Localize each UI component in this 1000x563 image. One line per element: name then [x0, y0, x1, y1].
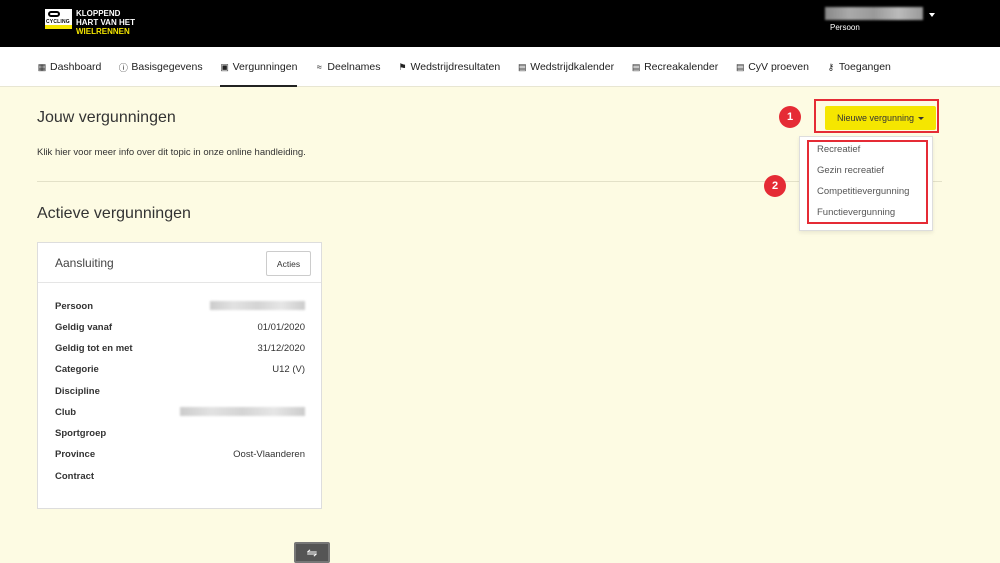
card-header: Aansluiting Acties: [38, 243, 321, 283]
nav-toegangen[interactable]: ⚷ Toegangen: [826, 47, 891, 87]
menu-item-recreatief[interactable]: Recreatief: [817, 144, 860, 155]
nav-basisgegevens[interactable]: ⓘ Basisgegevens: [118, 47, 203, 87]
detail-row: Geldig tot en met 31/12/2020: [55, 343, 305, 354]
caret-down-icon: [918, 116, 925, 120]
detail-row: Club: [55, 407, 305, 421]
layers-icon: ≈: [316, 62, 322, 72]
step-marker-1: 1: [779, 106, 801, 128]
calendar-icon: ▤: [631, 61, 641, 72]
detail-row: Contract: [55, 471, 95, 482]
nav-cyv-proeven[interactable]: ▤ CyV proeven: [735, 47, 809, 87]
top-bar: CYCLING KLOPPEND HART VAN HET WIELRENNEN…: [0, 0, 1000, 47]
step-marker-2: 2: [764, 175, 786, 197]
grid-icon: ▦: [37, 61, 47, 72]
license-icon: ▣: [220, 61, 229, 72]
nav-wedstrijdkalender[interactable]: ▤ Wedstrijdkalender: [517, 47, 614, 87]
nav-vergunningen[interactable]: ▣ Vergunningen: [219, 47, 297, 87]
brand-logo[interactable]: CYCLING KLOPPEND HART VAN HET WIELRENNEN: [45, 9, 135, 36]
nav-recreakalender[interactable]: ▤ Recreakalender: [631, 47, 718, 87]
calendar-icon: ▤: [517, 61, 527, 72]
new-license-button[interactable]: Nieuwe vergunning: [825, 106, 936, 130]
detail-row: Sportgroep: [55, 428, 107, 439]
actions-button[interactable]: Acties: [266, 251, 311, 276]
section-title: Actieve vergunningen: [37, 205, 191, 222]
user-role: Persoon: [830, 23, 860, 32]
redacted-value: [210, 301, 305, 310]
detail-row: Discipline: [55, 386, 100, 397]
main-nav: ▦ Dashboard ⓘ Basisgegevens ▣ Vergunningen …: [0, 47, 1000, 87]
detail-row: Geldig vanaf 01/01/2020: [55, 322, 305, 333]
detail-row: Persoon: [55, 301, 305, 315]
user-menu[interactable]: Persoon: [825, 7, 935, 32]
detail-row: Province Oost-Vlaanderen: [55, 449, 305, 460]
redacted-value: [180, 407, 305, 416]
nav-wedstrijdresultaten[interactable]: ⚑ Wedstrijdresultaten: [398, 47, 500, 87]
license-card: Aansluiting Acties Persoon Geldig vanaf …: [37, 242, 322, 509]
brand-text: KLOPPEND HART VAN HET WIELRENNEN: [76, 9, 135, 36]
menu-item-functievergunning[interactable]: Functievergunning: [817, 207, 895, 218]
detail-row: Categorie U12 (V): [55, 364, 305, 375]
info-icon: ⓘ: [118, 62, 128, 73]
calendar-icon: ▤: [735, 61, 745, 72]
caret-down-icon: [929, 13, 935, 17]
card-title: Aansluiting: [55, 256, 114, 270]
help-link[interactable]: Klik hier voor meer info over dit topic …: [37, 147, 306, 158]
nav-deelnames[interactable]: ≈ Deelnames: [314, 47, 381, 87]
flag-icon: ⚑: [398, 61, 407, 72]
key-icon: ⚷: [827, 61, 835, 72]
user-name-redacted: [825, 7, 923, 20]
cycling-logo-icon: CYCLING: [45, 9, 72, 29]
screen-share-icon[interactable]: ⇋: [294, 542, 330, 563]
page-title: Jouw vergunningen: [37, 109, 176, 126]
nav-dashboard[interactable]: ▦ Dashboard: [37, 47, 102, 87]
menu-item-gezin-recreatief[interactable]: Gezin recreatief: [817, 165, 884, 176]
menu-item-competitievergunning[interactable]: Competitievergunning: [817, 186, 909, 197]
